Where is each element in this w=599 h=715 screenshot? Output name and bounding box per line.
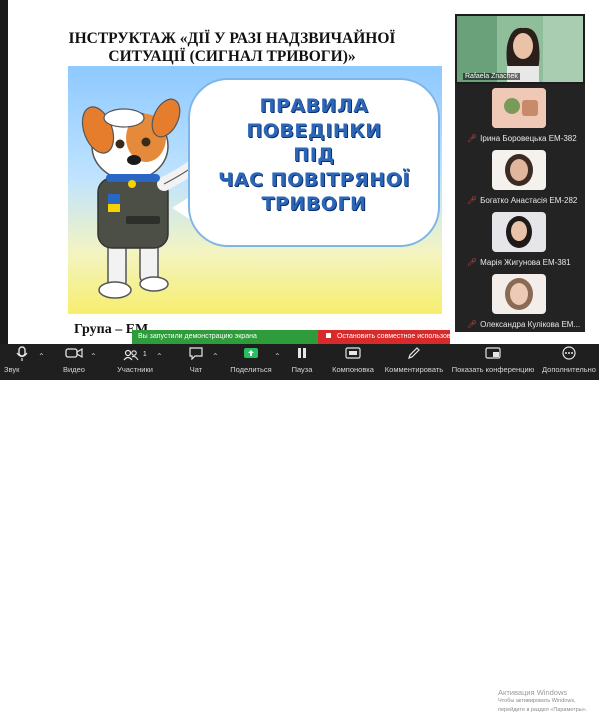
- stop-share-button[interactable]: Остановить совместное использование: [318, 330, 466, 344]
- chat-label: Чат: [189, 365, 203, 374]
- audio-label: Звук: [4, 365, 20, 374]
- layout-button[interactable]: Компоновка: [328, 346, 378, 380]
- video-options-caret[interactable]: ⌃: [90, 352, 97, 361]
- avatar: [492, 274, 546, 314]
- share-status: Вы запустили демонстрацию экрана: [132, 330, 318, 344]
- pause-label: Пауза: [291, 365, 313, 374]
- stop-icon: [326, 333, 331, 338]
- layout-label: Компоновка: [332, 365, 374, 374]
- share-screen-label: Поделиться: [230, 365, 272, 374]
- annotate-icon: [384, 346, 444, 364]
- meeting-toolbar: Звук ⌃ Видео ⌃ 1 Участники ⌃ Чат ⌃ Подел…: [0, 344, 599, 713]
- participant-name: Богатко Анастасія ЕМ-282: [480, 196, 578, 205]
- participants-button[interactable]: 1 Участники: [112, 346, 158, 380]
- participant-name: Ірина Боровецька ЕМ-382: [480, 134, 577, 143]
- speech-bubble: ПРАВИЛА ПОВЕДІНКИ ПІД ЧАС ПОВІТРЯНОЇ ТРИ…: [188, 78, 440, 247]
- participant-name: Марія Жигунова ЕМ-381: [480, 258, 571, 267]
- chat-button[interactable]: Чат: [180, 346, 212, 380]
- participants-options-caret[interactable]: ⌃: [156, 352, 163, 361]
- chat-icon: [180, 346, 212, 364]
- share-screen-icon: [228, 346, 274, 364]
- share-options-caret[interactable]: ⌃: [274, 352, 281, 361]
- participant-name: Олександра Кулікова ЕМ...: [480, 320, 581, 329]
- participant-tile[interactable]: 🎤︎ Богатко Анастасія ЕМ-282: [455, 146, 585, 208]
- avatar: [492, 88, 546, 128]
- audio-options-caret[interactable]: ⌃: [38, 352, 45, 361]
- more-label: Дополнительно: [542, 365, 596, 374]
- banner-text: ПРАВИЛА ПОВЕДІНКИ ПІД ЧАС ПОВІТРЯНОЇ ТРИ…: [218, 95, 410, 215]
- participants-count: 1: [142, 351, 147, 358]
- show-meeting-label: Показать конференцию: [451, 365, 535, 374]
- active-speaker-tile[interactable]: Rafaela Znachek: [457, 16, 583, 82]
- microphone-icon: [4, 346, 40, 364]
- participant-tile[interactable]: 🎤︎ Ірина Боровецька ЕМ-382: [455, 84, 585, 146]
- participant-tile[interactable]: 🎤︎ Олександра Кулікова ЕМ...: [455, 270, 585, 332]
- more-button[interactable]: Дополнительно: [540, 346, 598, 380]
- participants-gallery: Rafaela Znachek 🎤︎ Ірина Боровецька ЕМ-38…: [455, 14, 585, 332]
- participants-label: Участники: [117, 365, 153, 374]
- left-edge-bar: [0, 0, 8, 380]
- pause-icon: [288, 346, 316, 364]
- mic-muted-icon: 🎤︎: [467, 258, 478, 267]
- chat-options-caret[interactable]: ⌃: [212, 352, 219, 361]
- mic-muted-icon: 🎤︎: [467, 320, 478, 329]
- layout-icon: [328, 346, 378, 364]
- screen-share-bar: Вы запустили демонстрацию экрана Останов…: [132, 330, 466, 344]
- video-button[interactable]: Видео: [56, 346, 92, 380]
- slide-title: ІНСТРУКТАЖ «ДІЇ У РАЗІ НАДЗВИЧАЙНОЇ СИТУ…: [68, 30, 396, 65]
- watermark-subtitle: Чтобы активировать Windows, перейдите в …: [498, 698, 588, 713]
- annotate-button[interactable]: Комментировать: [384, 346, 444, 380]
- show-meeting-button[interactable]: Показать конференцию: [450, 346, 536, 380]
- avatar: [492, 150, 546, 190]
- rules-banner: ПРАВИЛА ПОВЕДІНКИ ПІД ЧАС ПОВІТРЯНОЇ ТРИ…: [68, 66, 442, 314]
- mic-muted-icon: 🎤︎: [467, 196, 478, 205]
- video-label: Видео: [63, 365, 85, 374]
- mic-muted-icon: 🎤︎: [467, 134, 478, 143]
- pause-share-button[interactable]: Пауза: [288, 346, 316, 380]
- avatar: [492, 212, 546, 252]
- audio-button[interactable]: Звук: [4, 346, 40, 380]
- stop-share-label: Остановить совместное использование: [336, 333, 467, 340]
- watermark-title: Активация Windows: [498, 688, 568, 697]
- more-icon: [540, 346, 598, 364]
- show-meeting-icon: [450, 346, 536, 364]
- video-camera-icon: [56, 346, 92, 364]
- shared-slide: ІНСТРУКТАЖ «ДІЇ У РАЗІ НАДЗВИЧАЙНОЇ СИТУ…: [22, 0, 442, 345]
- windows-activation-watermark: Активация Windows Чтобы активировать Win…: [498, 688, 599, 715]
- participant-tile[interactable]: 🎤︎ Марія Жигунова ЕМ-381: [455, 208, 585, 270]
- share-status-text: Вы запустили демонстрацию экрана: [138, 333, 257, 340]
- speaker-name: Rafaela Znachek: [463, 73, 520, 80]
- annotate-label: Комментировать: [384, 365, 444, 374]
- share-screen-button[interactable]: Поделиться: [228, 346, 274, 380]
- participants-icon: 1: [112, 346, 158, 364]
